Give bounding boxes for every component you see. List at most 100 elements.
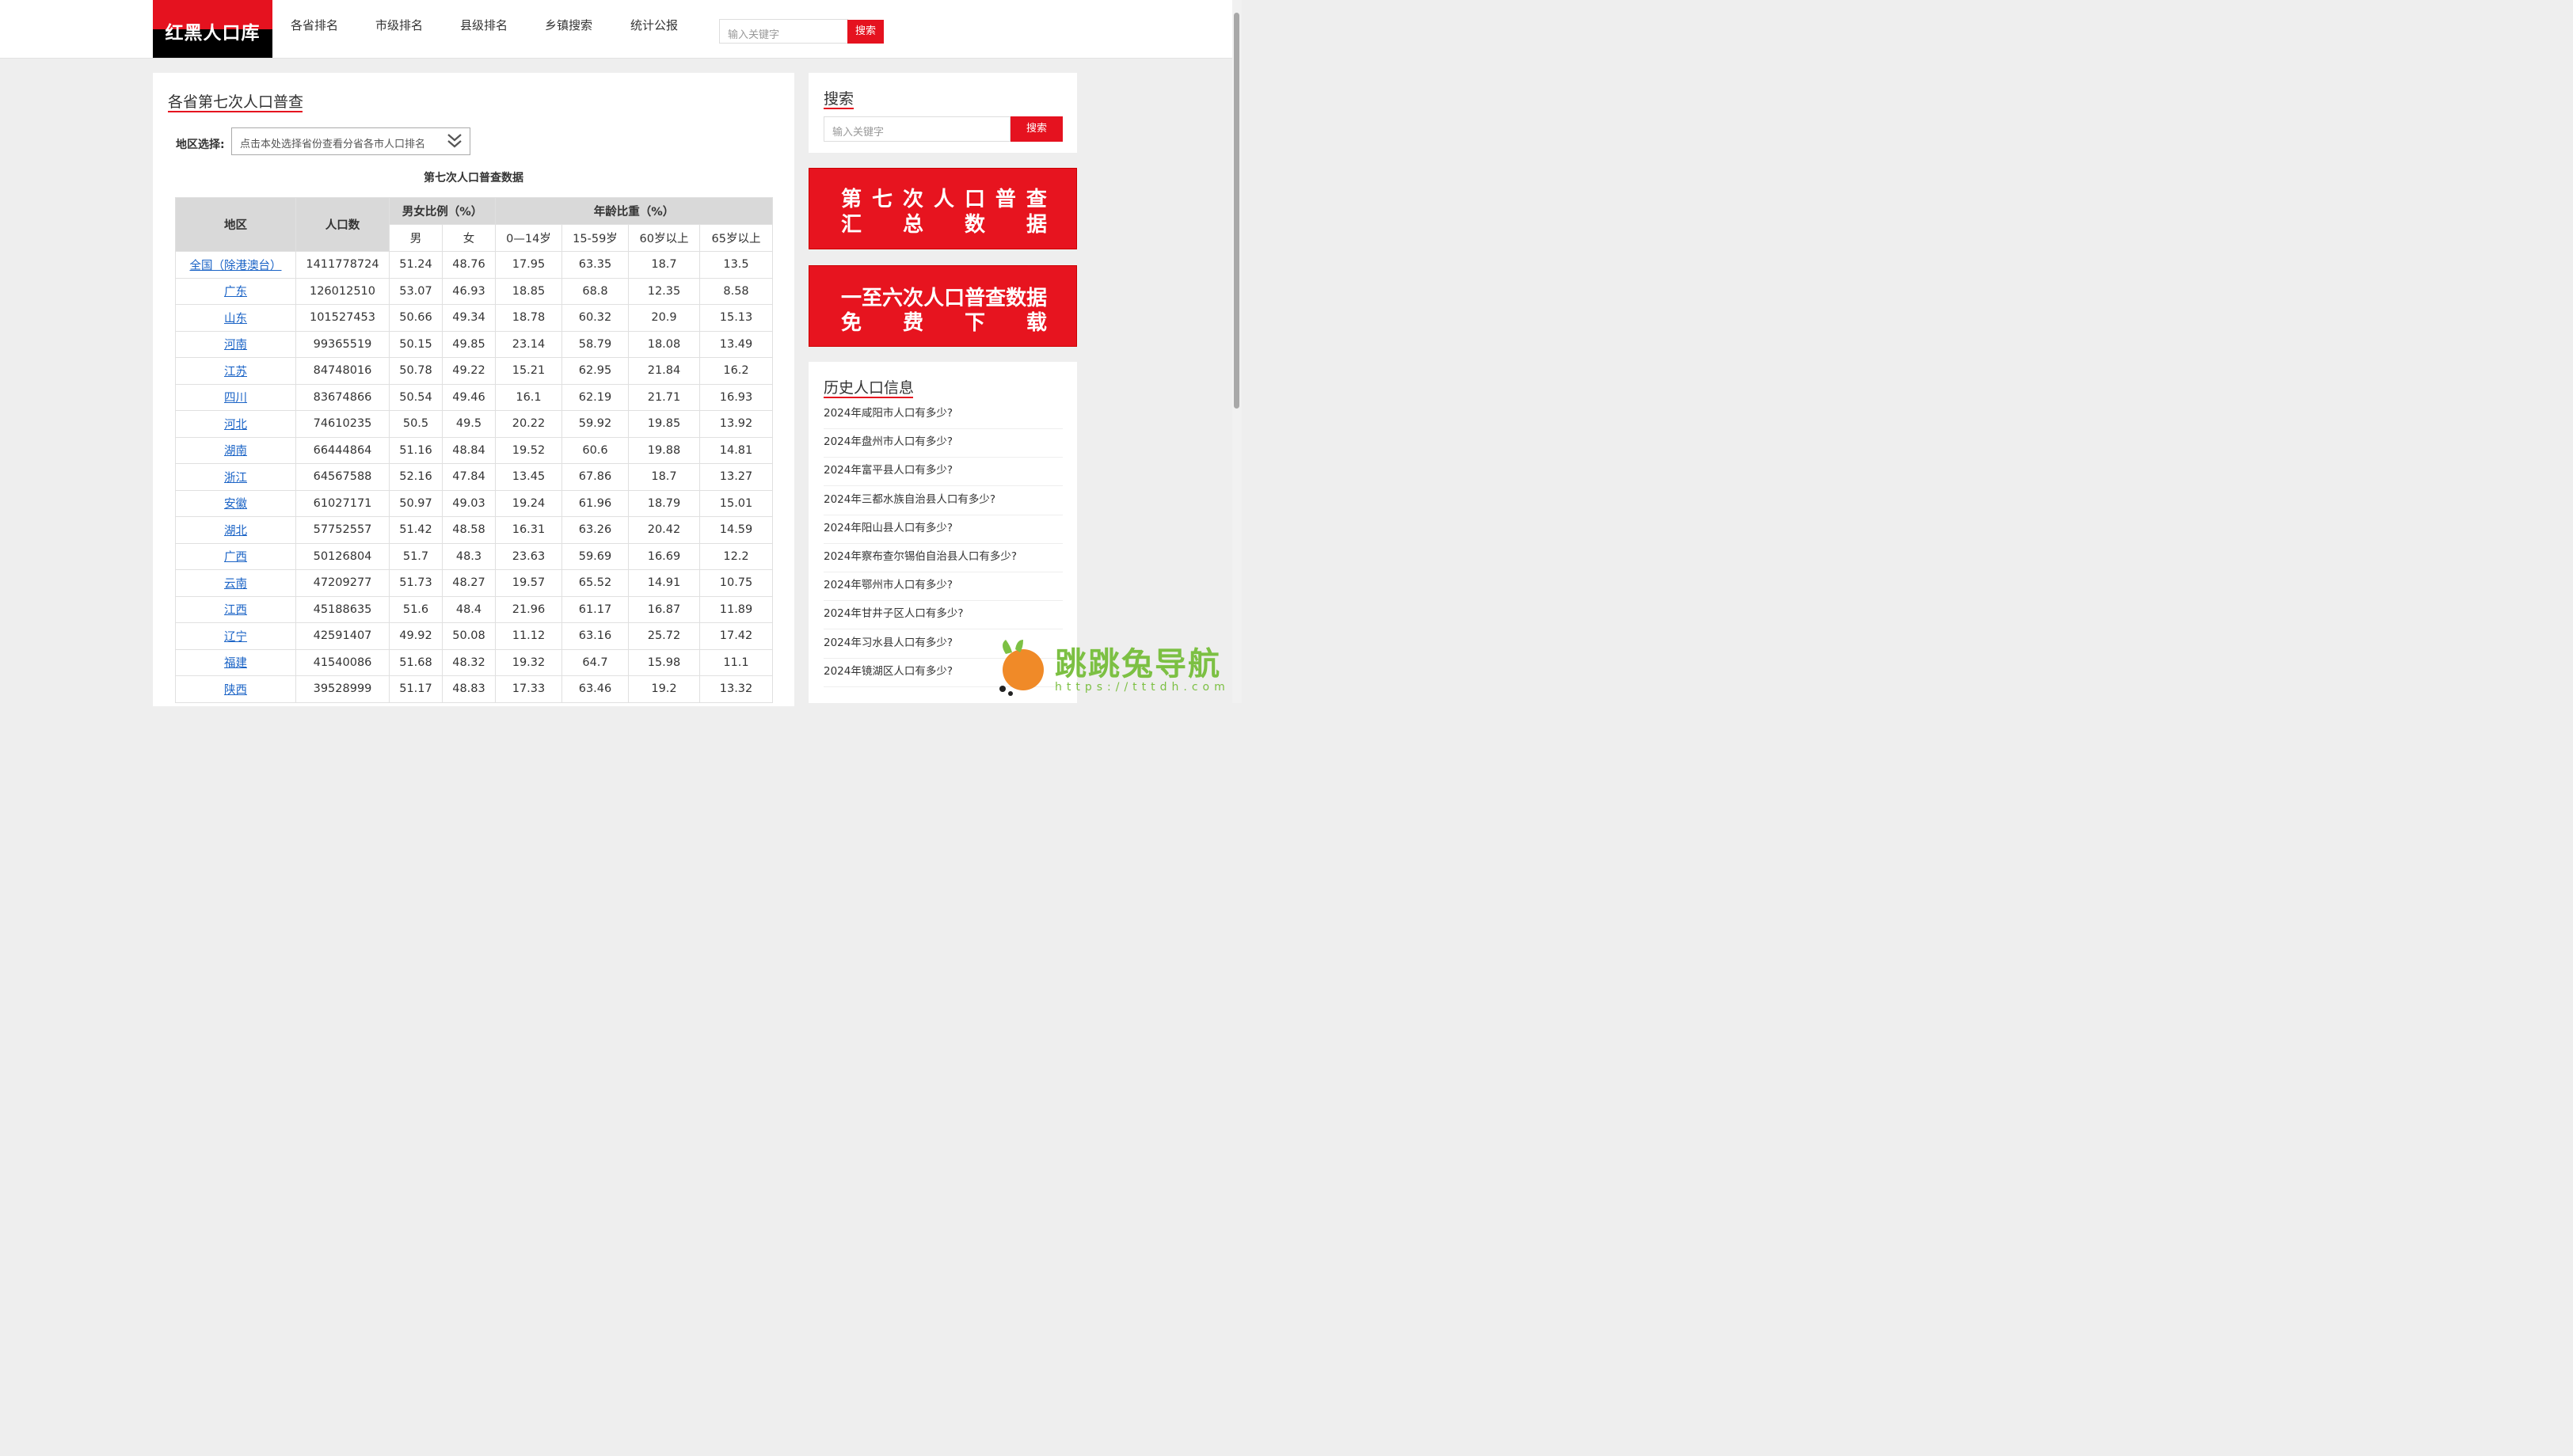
table-cell: 50.66 [389, 304, 443, 332]
region-link[interactable]: 安徽 [224, 498, 247, 511]
table-cell: 74610235 [295, 410, 390, 438]
banner-char: 下 [964, 311, 985, 335]
table-cell: 13.92 [698, 410, 774, 438]
region-link[interactable]: 陕西 [224, 684, 247, 697]
page-scrollbar[interactable] [1232, 0, 1242, 703]
region-cell: 湖北 [175, 516, 296, 544]
table-cell: 50.97 [389, 489, 443, 517]
table-cell: 59.69 [561, 542, 629, 570]
region-cell: 安徽 [175, 489, 296, 517]
region-link[interactable]: 广西 [224, 551, 247, 564]
table-cell: 84748016 [295, 357, 390, 385]
history-item[interactable]: 2024年富平县人口有多少? [824, 458, 1063, 487]
banner-census1-6-download[interactable]: 一至六次人口普查数据 免费下载 [809, 265, 1077, 347]
region-label: 地区选择: [176, 139, 225, 151]
region-link[interactable]: 云南 [224, 578, 247, 591]
table-row: 广东 126012510 53.07 46.93 18.85 68.8 12.35 8.58 [175, 277, 774, 305]
header-search-button[interactable]: 搜索 [847, 20, 884, 44]
table-row: 山东 101527453 50.66 49.34 18.78 60.32 20.9 15.13 [175, 304, 774, 332]
nav-item-province-rank[interactable]: 各省排名 [291, 17, 338, 33]
region-link[interactable]: 浙江 [224, 472, 247, 485]
table-cell: 57752557 [295, 516, 390, 544]
table-cell: 19.88 [628, 436, 700, 464]
nav-item-county-rank[interactable]: 县级排名 [460, 17, 508, 33]
banner-census7-summary[interactable]: 第七次人口普查 汇总数据 [809, 168, 1077, 249]
region-link[interactable]: 河南 [224, 339, 247, 352]
history-item[interactable]: 2024年三都水族自治县人口有多少? [824, 488, 1063, 515]
history-item[interactable]: 2024年鄂州市人口有多少? [824, 573, 1063, 602]
history-item[interactable]: 2024年甘井子区人口有多少? [824, 602, 1063, 630]
region-link[interactable]: 河北 [224, 419, 247, 431]
banner-char: 费 [902, 311, 923, 335]
table-cell: 67.86 [561, 463, 629, 491]
table-cell: 49.03 [442, 489, 496, 517]
history-title: 历史人口信息 [824, 379, 915, 397]
header-search-input[interactable]: 输入关键字 [719, 19, 848, 44]
table-cell: 20.9 [628, 304, 700, 332]
nav-item-city-rank[interactable]: 市级排名 [375, 17, 423, 33]
table-row: 陕西 39528999 51.17 48.83 17.33 63.46 19.2 13.32 [175, 675, 774, 703]
table-cell: 13.27 [698, 463, 774, 491]
table-cell: 50.78 [389, 357, 443, 385]
table-cell: 49.85 [442, 330, 496, 358]
region-link[interactable]: 湖北 [224, 525, 247, 538]
region-link[interactable]: 福建 [224, 657, 247, 670]
sidebar-search-box: 搜索 输入关键字 搜索 [809, 73, 1077, 153]
table-cell: 17.33 [495, 675, 562, 703]
history-item[interactable]: 2024年阳山县人口有多少? [824, 516, 1063, 544]
table-cell: 50.08 [442, 622, 496, 650]
history-item[interactable]: 2024年盘州市人口有多少? [824, 430, 1063, 458]
table-cell: 63.35 [561, 251, 629, 279]
sidebar-search-input[interactable]: 输入关键字 [824, 116, 1011, 142]
region-link[interactable]: 四川 [224, 392, 247, 405]
region-cell: 河北 [175, 410, 296, 438]
region-link[interactable]: 全国（除港澳台） [190, 260, 282, 272]
header-sex-ratio: 男女比例（%） [389, 197, 496, 225]
table-row: 辽宁 42591407 49.92 50.08 11.12 63.16 25.72 17.42 [175, 622, 774, 650]
region-link[interactable]: 江西 [224, 604, 247, 617]
region-cell: 山东 [175, 304, 296, 332]
page-title: 各省第七次人口普查 [168, 93, 304, 111]
population-table: 地区 人口数 男女比例（%） 年龄比重（%） 男 女 0—14岁 15-59岁 … [175, 197, 774, 703]
region-cell: 江西 [175, 595, 296, 623]
table-cell: 19.52 [495, 436, 562, 464]
header-female: 女 [442, 224, 496, 252]
table-cell: 49.46 [442, 383, 496, 411]
region-cell: 广东 [175, 277, 296, 305]
header-age-0-14: 0—14岁 [495, 224, 562, 252]
nav-item-town-search[interactable]: 乡镇搜索 [545, 17, 592, 33]
table-cell: 11.1 [698, 648, 774, 676]
nav-item-stat-report[interactable]: 统计公报 [630, 17, 678, 33]
history-underline [824, 397, 913, 398]
table-cell: 10.75 [698, 569, 774, 597]
history-item[interactable]: 2024年察布查尔锡伯自治县人口有多少? [824, 545, 1063, 572]
table-row: 河北 74610235 50.5 49.5 20.22 59.92 19.85 13.92 [175, 410, 774, 438]
site-logo[interactable]: 红黑人口库 [153, 0, 272, 58]
table-cell: 11.89 [698, 595, 774, 623]
table-cell: 63.16 [561, 622, 629, 650]
scrollbar-thumb[interactable] [1234, 13, 1239, 409]
region-cell: 陕西 [175, 675, 296, 703]
region-link[interactable]: 辽宁 [224, 631, 247, 644]
banner1-line2: 汇总数据 [841, 208, 1047, 238]
region-select[interactable]: 点击本处选择省份查看分省各市人口排名 [231, 127, 470, 155]
region-link[interactable]: 广东 [224, 286, 247, 298]
table-cell: 64567588 [295, 463, 390, 491]
banner-char: 数 [964, 213, 985, 237]
region-link[interactable]: 湖南 [224, 445, 247, 458]
region-link[interactable]: 山东 [224, 313, 247, 325]
table-cell: 19.2 [628, 675, 700, 703]
table-cell: 51.16 [389, 436, 443, 464]
table-title: 第七次人口普查数据 [424, 172, 523, 184]
header-age-15-59: 15-59岁 [561, 224, 629, 252]
table-cell: 62.95 [561, 357, 629, 385]
table-cell: 50.15 [389, 330, 443, 358]
watermark-url: https://tttdh.com [1055, 681, 1230, 694]
table-row: 湖北 57752557 51.42 48.58 16.31 63.26 20.42 14.59 [175, 516, 774, 544]
history-item[interactable]: 2024年咸阳市人口有多少? [824, 401, 1063, 429]
table-cell: 19.57 [495, 569, 562, 597]
region-link[interactable]: 江苏 [224, 366, 247, 378]
table-cell: 48.76 [442, 251, 496, 279]
table-cell: 62.19 [561, 383, 629, 411]
sidebar-search-button[interactable]: 搜索 [1011, 116, 1063, 142]
